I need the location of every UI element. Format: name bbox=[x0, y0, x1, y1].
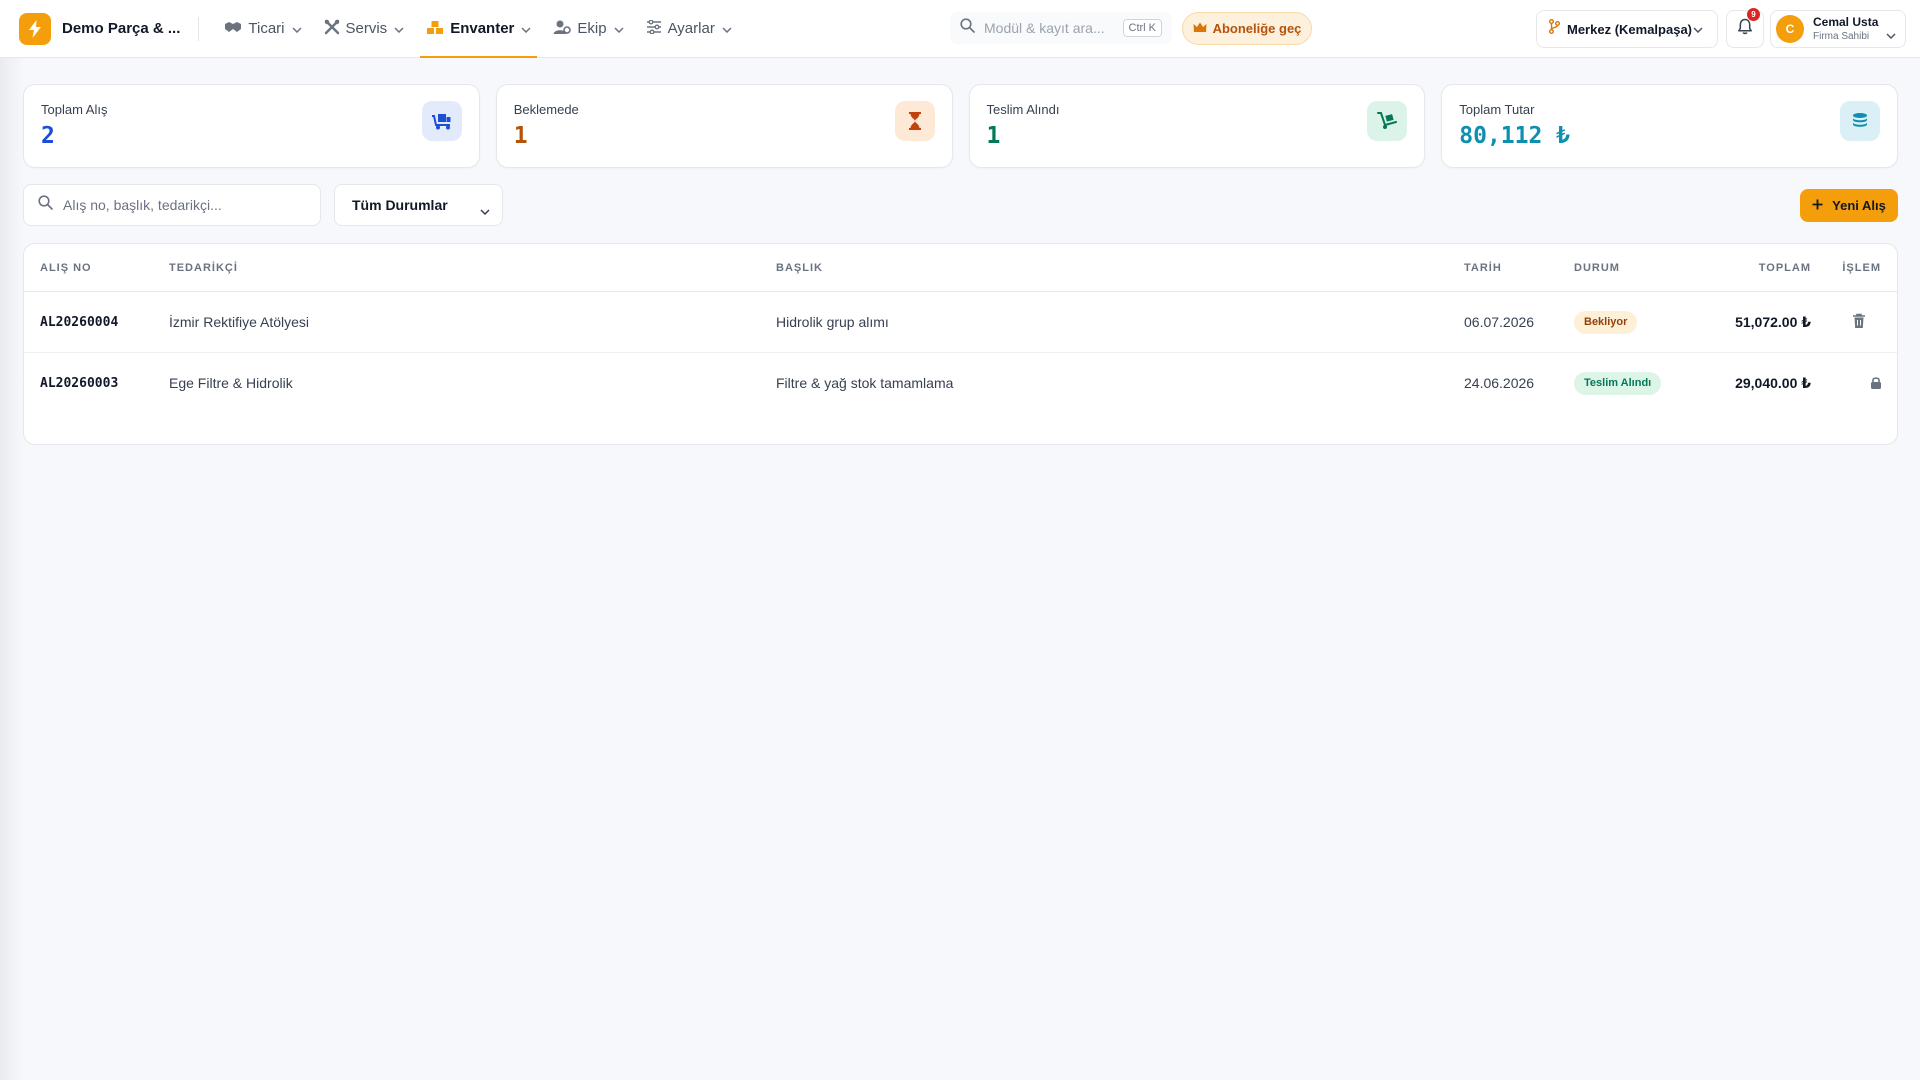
user-name: Cemal Usta bbox=[1813, 15, 1879, 29]
table-row[interactable]: AL20260003 Ege Filtre & Hidrolik Filtre … bbox=[24, 353, 1897, 414]
purchase-no: AL20260004 bbox=[40, 315, 119, 330]
stat-label: Teslim Alındı bbox=[986, 102, 1060, 117]
branch-icon bbox=[1549, 19, 1560, 39]
new-purchase-label: Yeni Alış bbox=[1832, 198, 1886, 213]
stat-label: Toplam Alış bbox=[41, 102, 108, 117]
nav-label-ekip: Ekip bbox=[577, 20, 607, 37]
chevron-down-icon bbox=[521, 20, 531, 37]
chevron-down-icon bbox=[480, 202, 490, 220]
branch-selector[interactable]: Merkez (Kemalpaşa) bbox=[1536, 10, 1718, 48]
purchase-title: Hidrolik grup alımı bbox=[776, 314, 889, 330]
sliders-icon bbox=[646, 19, 662, 38]
nav-label-envanter: Envanter bbox=[450, 20, 515, 37]
brand-name: Demo Parça & ... bbox=[62, 20, 181, 37]
purchases-table: ALIŞ NO TEDARİKÇİ BAŞLIK TARİH DURUM TOP… bbox=[23, 243, 1898, 445]
nav-item-ticari[interactable]: Ticari bbox=[218, 0, 307, 58]
stat-value: 80,112 ₺ bbox=[1459, 123, 1571, 149]
tools-icon bbox=[324, 19, 340, 39]
upgrade-button[interactable]: Aboneliğe geç bbox=[1182, 12, 1312, 45]
status-filter-label: Tüm Durumlar bbox=[352, 197, 448, 213]
chevron-down-icon bbox=[1886, 26, 1896, 44]
user-info: Cemal Usta Firma Sahibi bbox=[1813, 15, 1878, 43]
lock-icon bbox=[1870, 376, 1882, 394]
upgrade-label: Aboneliğe geç bbox=[1212, 21, 1302, 36]
stat-card-received: Teslim Alındı 1 bbox=[968, 84, 1426, 168]
search-icon bbox=[960, 18, 975, 38]
stat-value: 2 bbox=[41, 123, 55, 149]
lightning-icon bbox=[19, 12, 51, 45]
table-header: ALIŞ NO TEDARİKÇİ BAŞLIK TARİH DURUM TOP… bbox=[24, 244, 1897, 292]
nav-item-ekip[interactable]: Ekip bbox=[547, 0, 629, 58]
purchase-search[interactable] bbox=[23, 184, 321, 226]
nav-label-servis: Servis bbox=[345, 20, 388, 37]
truck-icon bbox=[421, 101, 462, 141]
top-navbar: Demo Parça & ... Ticari Servis Envanter bbox=[0, 0, 1920, 58]
supplier-name: Ege Filtre & Hidrolik bbox=[169, 375, 293, 391]
nav-item-servis[interactable]: Servis bbox=[318, 0, 411, 58]
nav-item-envanter[interactable]: Envanter bbox=[420, 0, 538, 58]
branch-label: Merkez (Kemalpaşa) bbox=[1567, 21, 1692, 37]
trash-icon[interactable] bbox=[1852, 313, 1866, 334]
col-header-supplier[interactable]: TEDARİKÇİ bbox=[169, 262, 238, 274]
stat-card-total-amount: Toplam Tutar 80,112 ₺ bbox=[1441, 84, 1898, 168]
purchase-date: 06.07.2026 bbox=[1464, 314, 1535, 330]
col-header-date[interactable]: TARİH bbox=[1464, 262, 1502, 274]
chevron-down-icon bbox=[394, 20, 404, 37]
table-row[interactable]: AL20260004 İzmir Rektifiye Atölyesi Hidr… bbox=[24, 292, 1897, 353]
col-header-action: İŞLEM bbox=[1842, 262, 1881, 274]
stats-row: Toplam Alış 2 Beklemede 1 Teslim Alındı … bbox=[23, 84, 1898, 168]
global-search[interactable]: Modül & kayıt ara... Ctrl K bbox=[950, 12, 1172, 44]
stat-card-pending: Beklemede 1 bbox=[495, 84, 953, 168]
new-purchase-button[interactable]: Yeni Alış bbox=[1800, 189, 1898, 222]
col-header-title[interactable]: BAŞLIK bbox=[776, 262, 823, 274]
purchase-date: 24.06.2026 bbox=[1464, 375, 1535, 391]
nav-item-ayarlar[interactable]: Ayarlar bbox=[640, 0, 738, 58]
chevron-down-icon bbox=[291, 20, 302, 37]
purchase-search-input[interactable] bbox=[63, 197, 313, 213]
status-badge: Bekliyor bbox=[1574, 311, 1638, 334]
stat-label: Toplam Tutar bbox=[1459, 102, 1535, 117]
stat-card-total-purchases: Toplam Alış 2 bbox=[23, 84, 480, 168]
coins-icon bbox=[1840, 101, 1880, 141]
col-header-total[interactable]: TOPLAM bbox=[1759, 262, 1811, 274]
nav-label-ayarlar: Ayarlar bbox=[667, 20, 715, 37]
search-shortcut-hint: Ctrl K bbox=[1122, 19, 1162, 37]
stat-value: 1 bbox=[986, 123, 1001, 149]
purchase-no: AL20260003 bbox=[40, 376, 119, 391]
brand-divider bbox=[198, 16, 200, 41]
notification-count-badge: 9 bbox=[1747, 8, 1760, 21]
stat-label: Beklemede bbox=[513, 102, 579, 117]
brand[interactable]: Demo Parça & ... bbox=[19, 0, 180, 58]
dolly-icon bbox=[1367, 101, 1408, 141]
bell-icon bbox=[1737, 18, 1753, 40]
team-icon bbox=[553, 19, 572, 39]
col-header-status[interactable]: DURUM bbox=[1574, 262, 1620, 274]
notifications-button[interactable]: 9 bbox=[1726, 8, 1764, 48]
purchase-total: 29,040.00 ₺ bbox=[1735, 375, 1811, 391]
col-header-no[interactable]: ALIŞ NO bbox=[40, 262, 92, 274]
nav-label-ticari: Ticari bbox=[248, 20, 285, 37]
avatar: C bbox=[1776, 15, 1804, 43]
boxes-icon bbox=[426, 19, 444, 39]
purchase-title: Filtre & yağ stok tamamlama bbox=[776, 375, 954, 391]
chevron-down-icon bbox=[722, 20, 732, 37]
hourglass-icon bbox=[894, 101, 935, 141]
supplier-name: İzmir Rektifiye Atölyesi bbox=[169, 314, 310, 330]
status-badge: Teslim Alındı bbox=[1574, 372, 1662, 395]
purchase-total: 51,072.00 ₺ bbox=[1735, 314, 1811, 330]
plus-icon bbox=[1812, 198, 1823, 213]
user-role: Firma Sahibi bbox=[1813, 31, 1870, 42]
status-filter-select[interactable]: Tüm Durumlar bbox=[334, 184, 503, 226]
left-edge-shade bbox=[0, 58, 24, 1080]
search-icon bbox=[38, 195, 53, 215]
stat-value: 1 bbox=[513, 123, 528, 149]
main-nav: Ticari Servis Envanter Ekip Ayarlar bbox=[218, 0, 747, 58]
chevron-down-icon bbox=[614, 20, 624, 37]
user-menu[interactable]: C Cemal Usta Firma Sahibi bbox=[1770, 10, 1906, 48]
chevron-down-icon bbox=[1693, 20, 1703, 38]
handshake-icon bbox=[224, 20, 242, 38]
global-search-placeholder: Modül & kayıt ara... bbox=[984, 20, 1105, 36]
crown-icon bbox=[1193, 21, 1207, 36]
